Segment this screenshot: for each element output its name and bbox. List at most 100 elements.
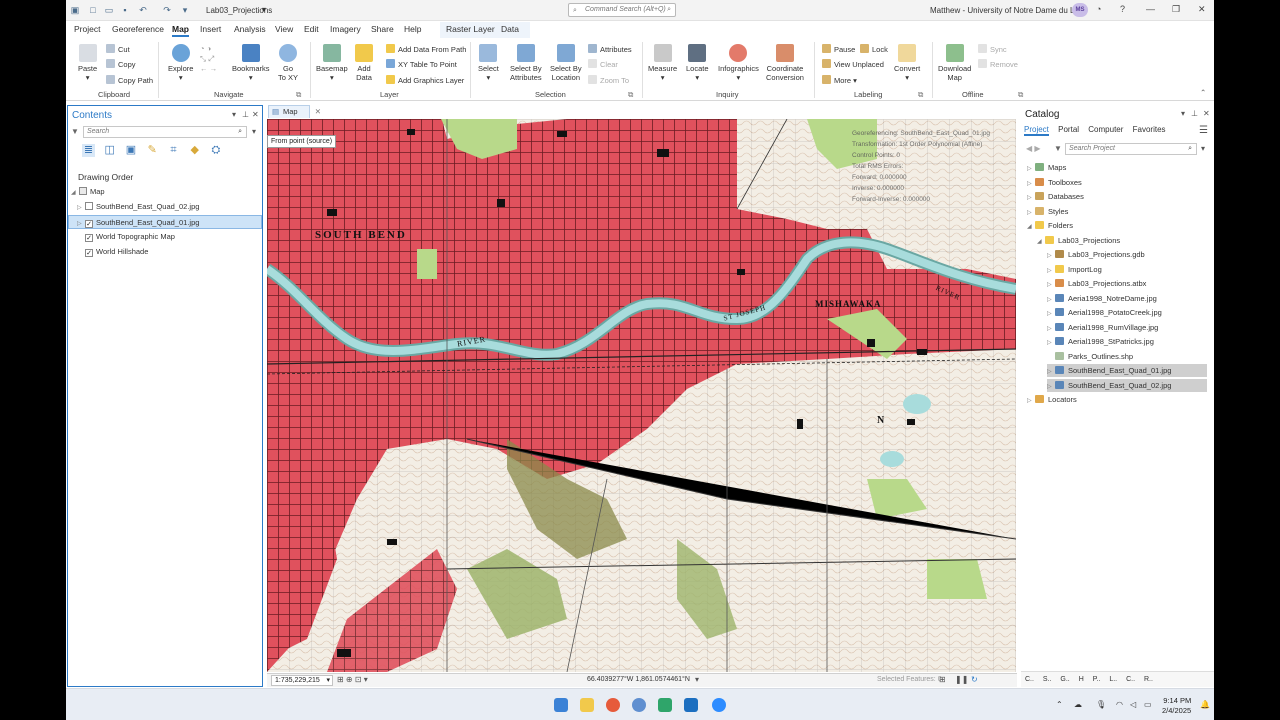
catalog-item[interactable]: ▷ Styles [1027,205,1207,218]
add-data-button[interactable]: Add Data [355,44,373,82]
catalog-item[interactable]: ▷ SouthBend_East_Quad_01.jpg [1047,364,1207,377]
filter-icon[interactable]: ▼ [1054,144,1062,153]
list-by-snapping-icon[interactable]: ⌗ [167,144,180,157]
copy-path-button[interactable]: Copy Path [106,75,153,86]
clear-button[interactable]: Clear [588,59,618,70]
pane-tab[interactable]: C.. [1126,676,1135,683]
expand-icon[interactable]: ◢ [1027,221,1035,234]
dialog-launcher-icon[interactable]: ⧉ [918,90,923,100]
close-icon[interactable]: ✕ [252,110,259,119]
expand-icon[interactable]: ▷ [1047,323,1055,336]
avatar[interactable]: MS [1072,3,1088,17]
save-icon[interactable]: ▪ [120,5,130,15]
tab-insert[interactable]: Insert [200,24,221,34]
zoom-tools[interactable]: ◔ ◑ ⤡ ⤢ ← → [200,44,217,74]
catalog-item[interactable]: ▷ Aerial1998_PotatoCreek.jpg [1047,306,1207,319]
catalog-tab-portal[interactable]: Portal [1058,125,1079,134]
copy-button[interactable]: Copy [106,59,136,70]
catalog-item[interactable]: ▷ Maps [1027,161,1207,174]
attributes-button[interactable]: Attributes [588,44,632,55]
pane-tab[interactable]: S.. [1043,676,1052,683]
dialog-launcher-icon[interactable]: ⧉ [1018,90,1023,100]
contents-search-input[interactable]: Search ⌕ [83,126,247,138]
back-icon[interactable]: ◀ ▶ [1026,144,1041,153]
layer-row[interactable]: ✓ World Topographic Map [68,230,262,244]
expand-icon[interactable]: ▷ [1047,294,1055,307]
tab-share[interactable]: Share [371,24,394,34]
zoom-icon[interactable] [712,698,726,712]
close-icon[interactable]: ✕ [1198,4,1206,15]
convert-button[interactable]: Convert ▾ [894,44,920,82]
filter-icon[interactable]: ▼ [71,127,79,136]
view-unplaced-button[interactable]: View Unplaced [822,59,884,70]
coordinate-format-icon[interactable]: ▾ [695,675,699,684]
layer-visibility-checkbox[interactable] [85,202,93,210]
expand-icon[interactable]: ▷ [1047,308,1055,321]
catalog-item[interactable]: ▷ ImportLog [1047,263,1207,276]
layer-visibility-checkbox[interactable]: ✓ [85,220,93,228]
restore-icon[interactable]: ❐ [1172,4,1180,15]
undo-icon[interactable]: ↶ [138,5,148,15]
pane-tab[interactable]: L.. [1109,676,1117,683]
select-button[interactable]: Select ▾ [478,44,499,82]
pause-drawing-icon[interactable]: ❚❚ [955,675,968,684]
explore-button[interactable]: Explore ▾ [168,44,193,82]
tab-edit[interactable]: Edit [304,24,319,34]
map-node[interactable]: ◢ Map [68,185,262,199]
chevron-down-icon[interactable]: ▾ [262,5,266,14]
tab-help[interactable]: Help [404,24,421,34]
close-tab-icon[interactable]: ✕ [315,106,321,118]
open-icon[interactable]: ▭ [104,5,114,15]
system-clock[interactable]: 9:14 PM 2/4/2025 [1162,696,1191,716]
expand-icon[interactable]: ▷ [77,217,85,231]
menu-icon[interactable]: ☰ [1199,125,1208,136]
collapse-ribbon-icon[interactable]: ⌃ [1200,88,1206,98]
wifi-icon[interactable]: ◠ [1116,700,1123,709]
list-by-labeling-icon[interactable]: ◆ [188,144,201,157]
expand-icon[interactable]: ▷ [1047,279,1055,292]
scale-selector[interactable]: 1:735,229,215 ▾ [271,675,333,686]
coordinate-conversion-button[interactable]: Coordinate Conversion [766,44,804,82]
catalog-item[interactable]: ▷ SouthBend_East_Quad_02.jpg [1047,378,1207,394]
list-by-source-icon[interactable]: ◫ [103,144,116,157]
tab-raster-layer[interactable]: Raster Layer [446,24,495,34]
list-by-selection-icon[interactable]: ▣ [124,144,137,157]
infographics-button[interactable]: Infographics ▾ [718,44,759,82]
battery-icon[interactable]: ▭ [1144,700,1152,709]
microphone-icon[interactable]: 🎙 [1096,700,1106,709]
layer-row[interactable]: ▷ SouthBend_East_Quad_02.jpg [68,200,262,214]
list-by-perspective-icon[interactable]: ⛭ [209,144,222,157]
measure-button[interactable]: Measure ▾ [648,44,677,82]
tab-view[interactable]: View [275,24,293,34]
pane-tab[interactable]: R.. [1144,676,1153,683]
pane-tab[interactable]: P.. [1093,676,1101,683]
sync-button[interactable]: Sync [978,44,1007,55]
zoom-to-button[interactable]: Zoom To [588,75,629,86]
catalog-item[interactable]: ▷ Aerial1998_StPatricks.jpg [1047,335,1207,348]
close-icon[interactable]: ✕ [1203,109,1210,118]
expand-icon[interactable]: ▷ [1027,163,1035,176]
catalog-item[interactable]: ▷ Aerial1998_RumVillage.jpg [1047,321,1207,334]
tab-imagery[interactable]: Imagery [330,24,361,34]
minimize-icon[interactable]: — [1146,4,1155,14]
tab-georeference[interactable]: Georeference [112,24,164,34]
command-search-input[interactable]: ⌕ Command Search (Alt+Q) ⌕ [568,3,676,17]
new-icon[interactable]: □ [88,5,98,15]
catalog-item[interactable]: ▷ Locators [1027,393,1207,406]
expand-icon[interactable]: ▷ [1047,250,1055,263]
map-nav-tools-icon[interactable]: ⊞ ⊕ ⊡ ▾ [337,675,368,684]
select-by-location-button[interactable]: Select By Location [550,44,582,82]
user-name[interactable]: Matthew - University of Notre Dame du La… [930,6,1083,15]
tab-project[interactable]: Project [74,24,100,34]
tab-analysis[interactable]: Analysis [234,24,266,34]
notifications-icon[interactable]: ◔ [1096,4,1101,14]
expand-icon[interactable]: ▷ [1047,381,1055,394]
locate-button[interactable]: Locate ▾ [686,44,709,82]
file-explorer-icon[interactable] [580,698,594,712]
expand-icon[interactable]: ▷ [1047,366,1055,379]
refresh-icon[interactable]: ↻ [971,675,978,684]
collapse-icon[interactable]: ◢ [71,186,79,200]
download-map-button[interactable]: Download Map [938,44,971,82]
expand-icon[interactable]: ▷ [1047,265,1055,278]
paste-button[interactable]: Paste ▾ [78,44,97,82]
